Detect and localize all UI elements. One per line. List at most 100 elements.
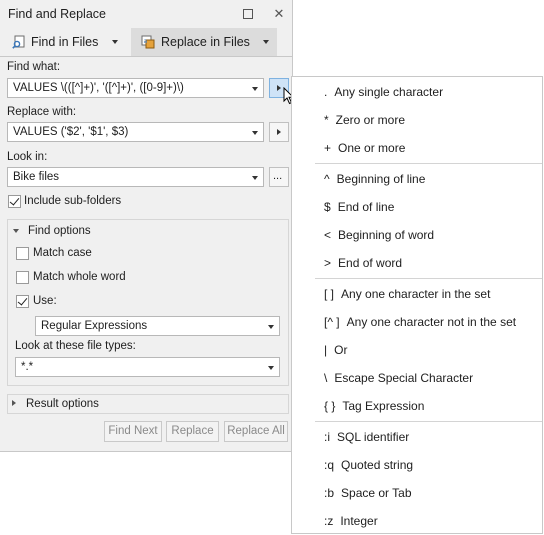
- look-in-label: Look in:: [7, 151, 48, 163]
- menu-item-symbol: :q: [324, 458, 335, 472]
- menu-item[interactable]: [^ ] Any one character not in the set: [292, 308, 542, 336]
- collapse-icon[interactable]: [13, 229, 19, 233]
- menu-item-symbol: $: [324, 200, 331, 214]
- look-in-select[interactable]: Bike files: [7, 167, 264, 187]
- find-what-value: VALUES \(([^]+)', '([^]+)', ([0-9]+)\): [13, 82, 184, 94]
- menu-item-symbol: >: [324, 256, 332, 270]
- menu-item-label: Zero or more: [335, 113, 406, 127]
- tab-label: Find in Files: [31, 35, 99, 49]
- menu-item[interactable]: { } Tag Expression: [292, 392, 542, 420]
- use-mode-value: Regular Expressions: [41, 320, 148, 332]
- menu-item-symbol: :i: [324, 430, 330, 444]
- chevron-down-icon[interactable]: [112, 40, 118, 44]
- menu-item[interactable]: :q Quoted string: [292, 451, 542, 479]
- menu-item-label: Tag Expression: [342, 399, 425, 413]
- close-icon[interactable]: ✕: [271, 6, 287, 22]
- find-options-header[interactable]: Find options: [28, 225, 91, 237]
- find-what-label: Find what:: [7, 61, 61, 73]
- browse-button[interactable]: ...: [269, 167, 289, 187]
- menu-item-symbol: :b: [324, 486, 335, 500]
- menu-item-symbol: |: [324, 343, 328, 357]
- menu-item[interactable]: ^ Beginning of line: [292, 165, 542, 193]
- find-what-input[interactable]: VALUES \(([^]+)', '([^]+)', ([0-9]+)\): [7, 78, 264, 98]
- use-label: Use:: [33, 295, 57, 307]
- replace-in-files-icon: a: [141, 35, 155, 49]
- chevron-down-icon[interactable]: [268, 325, 274, 329]
- menu-item-symbol: <: [324, 228, 332, 242]
- menu-item-symbol: .: [324, 85, 328, 99]
- tab-find-in-files[interactable]: Find in Files: [4, 28, 126, 56]
- menu-item-label: End of line: [337, 200, 395, 214]
- menu-separator: [315, 421, 542, 422]
- menu-item[interactable]: :i SQL identifier: [292, 423, 542, 451]
- menu-item[interactable]: :z Integer: [292, 507, 542, 535]
- replace-with-label: Replace with:: [7, 106, 77, 118]
- menu-item-symbol: [ ]: [324, 287, 335, 301]
- replace-button[interactable]: Replace: [166, 421, 219, 442]
- menu-item[interactable]: $ End of line: [292, 193, 542, 221]
- title-bar: Find and Replace ✕: [0, 0, 292, 28]
- window-title: Find and Replace: [8, 7, 106, 21]
- expand-icon[interactable]: [12, 400, 16, 406]
- menu-item[interactable]: . Any single character: [292, 78, 542, 106]
- menu-item-label: Any single character: [334, 85, 444, 99]
- menu-item[interactable]: + One or more: [292, 134, 542, 162]
- chevron-down-icon[interactable]: [263, 40, 269, 44]
- menu-separator: [315, 163, 542, 164]
- menu-separator: [315, 278, 542, 279]
- menu-item-symbol: +: [324, 141, 332, 155]
- use-checkbox[interactable]: [16, 295, 29, 308]
- maximize-icon[interactable]: [240, 6, 256, 22]
- file-types-value: *.*: [21, 361, 34, 373]
- look-in-value: Bike files: [13, 171, 60, 183]
- match-whole-word-label: Match whole word: [33, 271, 126, 283]
- chevron-right-icon: [277, 85, 281, 91]
- menu-item[interactable]: | Or: [292, 336, 542, 364]
- menu-item[interactable]: :b Space or Tab: [292, 479, 542, 507]
- menu-item-label: Integer: [340, 514, 378, 528]
- find-in-files-icon: [12, 35, 25, 49]
- chevron-down-icon[interactable]: [268, 366, 274, 370]
- include-subfolders-checkbox[interactable]: [8, 195, 21, 208]
- use-mode-select[interactable]: Regular Expressions: [35, 316, 280, 336]
- menu-item-symbol: \: [324, 371, 328, 385]
- menu-item[interactable]: * Zero or more: [292, 106, 542, 134]
- file-types-input[interactable]: *.*: [15, 357, 280, 377]
- chevron-down-icon[interactable]: [252, 87, 258, 91]
- replace-with-input[interactable]: VALUES ('$2', '$1', $3): [7, 122, 264, 142]
- menu-item-label: SQL identifier: [337, 430, 410, 444]
- menu-item-label: Beginning of word: [338, 228, 435, 242]
- menu-item[interactable]: \ Escape Special Character: [292, 364, 542, 392]
- replace-with-value: VALUES ('$2', '$1', $3): [13, 126, 129, 138]
- tab-strip: Find in Files a Replace in Files: [0, 28, 292, 57]
- replace-all-button[interactable]: Replace All: [224, 421, 288, 442]
- include-subfolders-label: Include sub-folders: [24, 195, 122, 207]
- tab-label: Replace in Files: [161, 35, 250, 49]
- menu-item[interactable]: [ ] Any one character in the set: [292, 280, 542, 308]
- menu-item-label: One or more: [338, 141, 406, 155]
- menu-item[interactable]: > End of word: [292, 249, 542, 277]
- match-whole-word-checkbox[interactable]: [16, 271, 29, 284]
- match-case-checkbox[interactable]: [16, 247, 29, 260]
- chevron-down-icon[interactable]: [252, 176, 258, 180]
- menu-item-label: Space or Tab: [341, 486, 412, 500]
- file-types-label: Look at these file types:: [15, 340, 136, 352]
- result-options-header[interactable]: Result options: [26, 398, 99, 410]
- menu-item-label: Escape Special Character: [334, 371, 474, 385]
- browse-label: ...: [273, 170, 283, 182]
- menu-item-label: Any one character in the set: [341, 287, 491, 301]
- chevron-down-icon[interactable]: [252, 131, 258, 135]
- find-next-button[interactable]: Find Next: [104, 421, 162, 442]
- menu-item-symbol: ^: [324, 172, 330, 186]
- menu-item-symbol: [^ ]: [324, 315, 340, 329]
- menu-item-label: Any one character not in the set: [346, 315, 517, 329]
- match-case-label: Match case: [33, 247, 92, 259]
- menu-item-label: Beginning of line: [336, 172, 426, 186]
- tab-replace-in-files[interactable]: a Replace in Files: [131, 28, 277, 56]
- find-replace-panel: Find and Replace ✕ Find in Files a Repla…: [0, 0, 293, 452]
- menu-item[interactable]: < Beginning of word: [292, 221, 542, 249]
- menu-item-symbol: :z: [324, 514, 334, 528]
- menu-item-label: Or: [334, 343, 348, 357]
- replace-builder-button[interactable]: [269, 122, 289, 142]
- regex-menu: . Any single character * Zero or more + One o…: [291, 76, 543, 534]
